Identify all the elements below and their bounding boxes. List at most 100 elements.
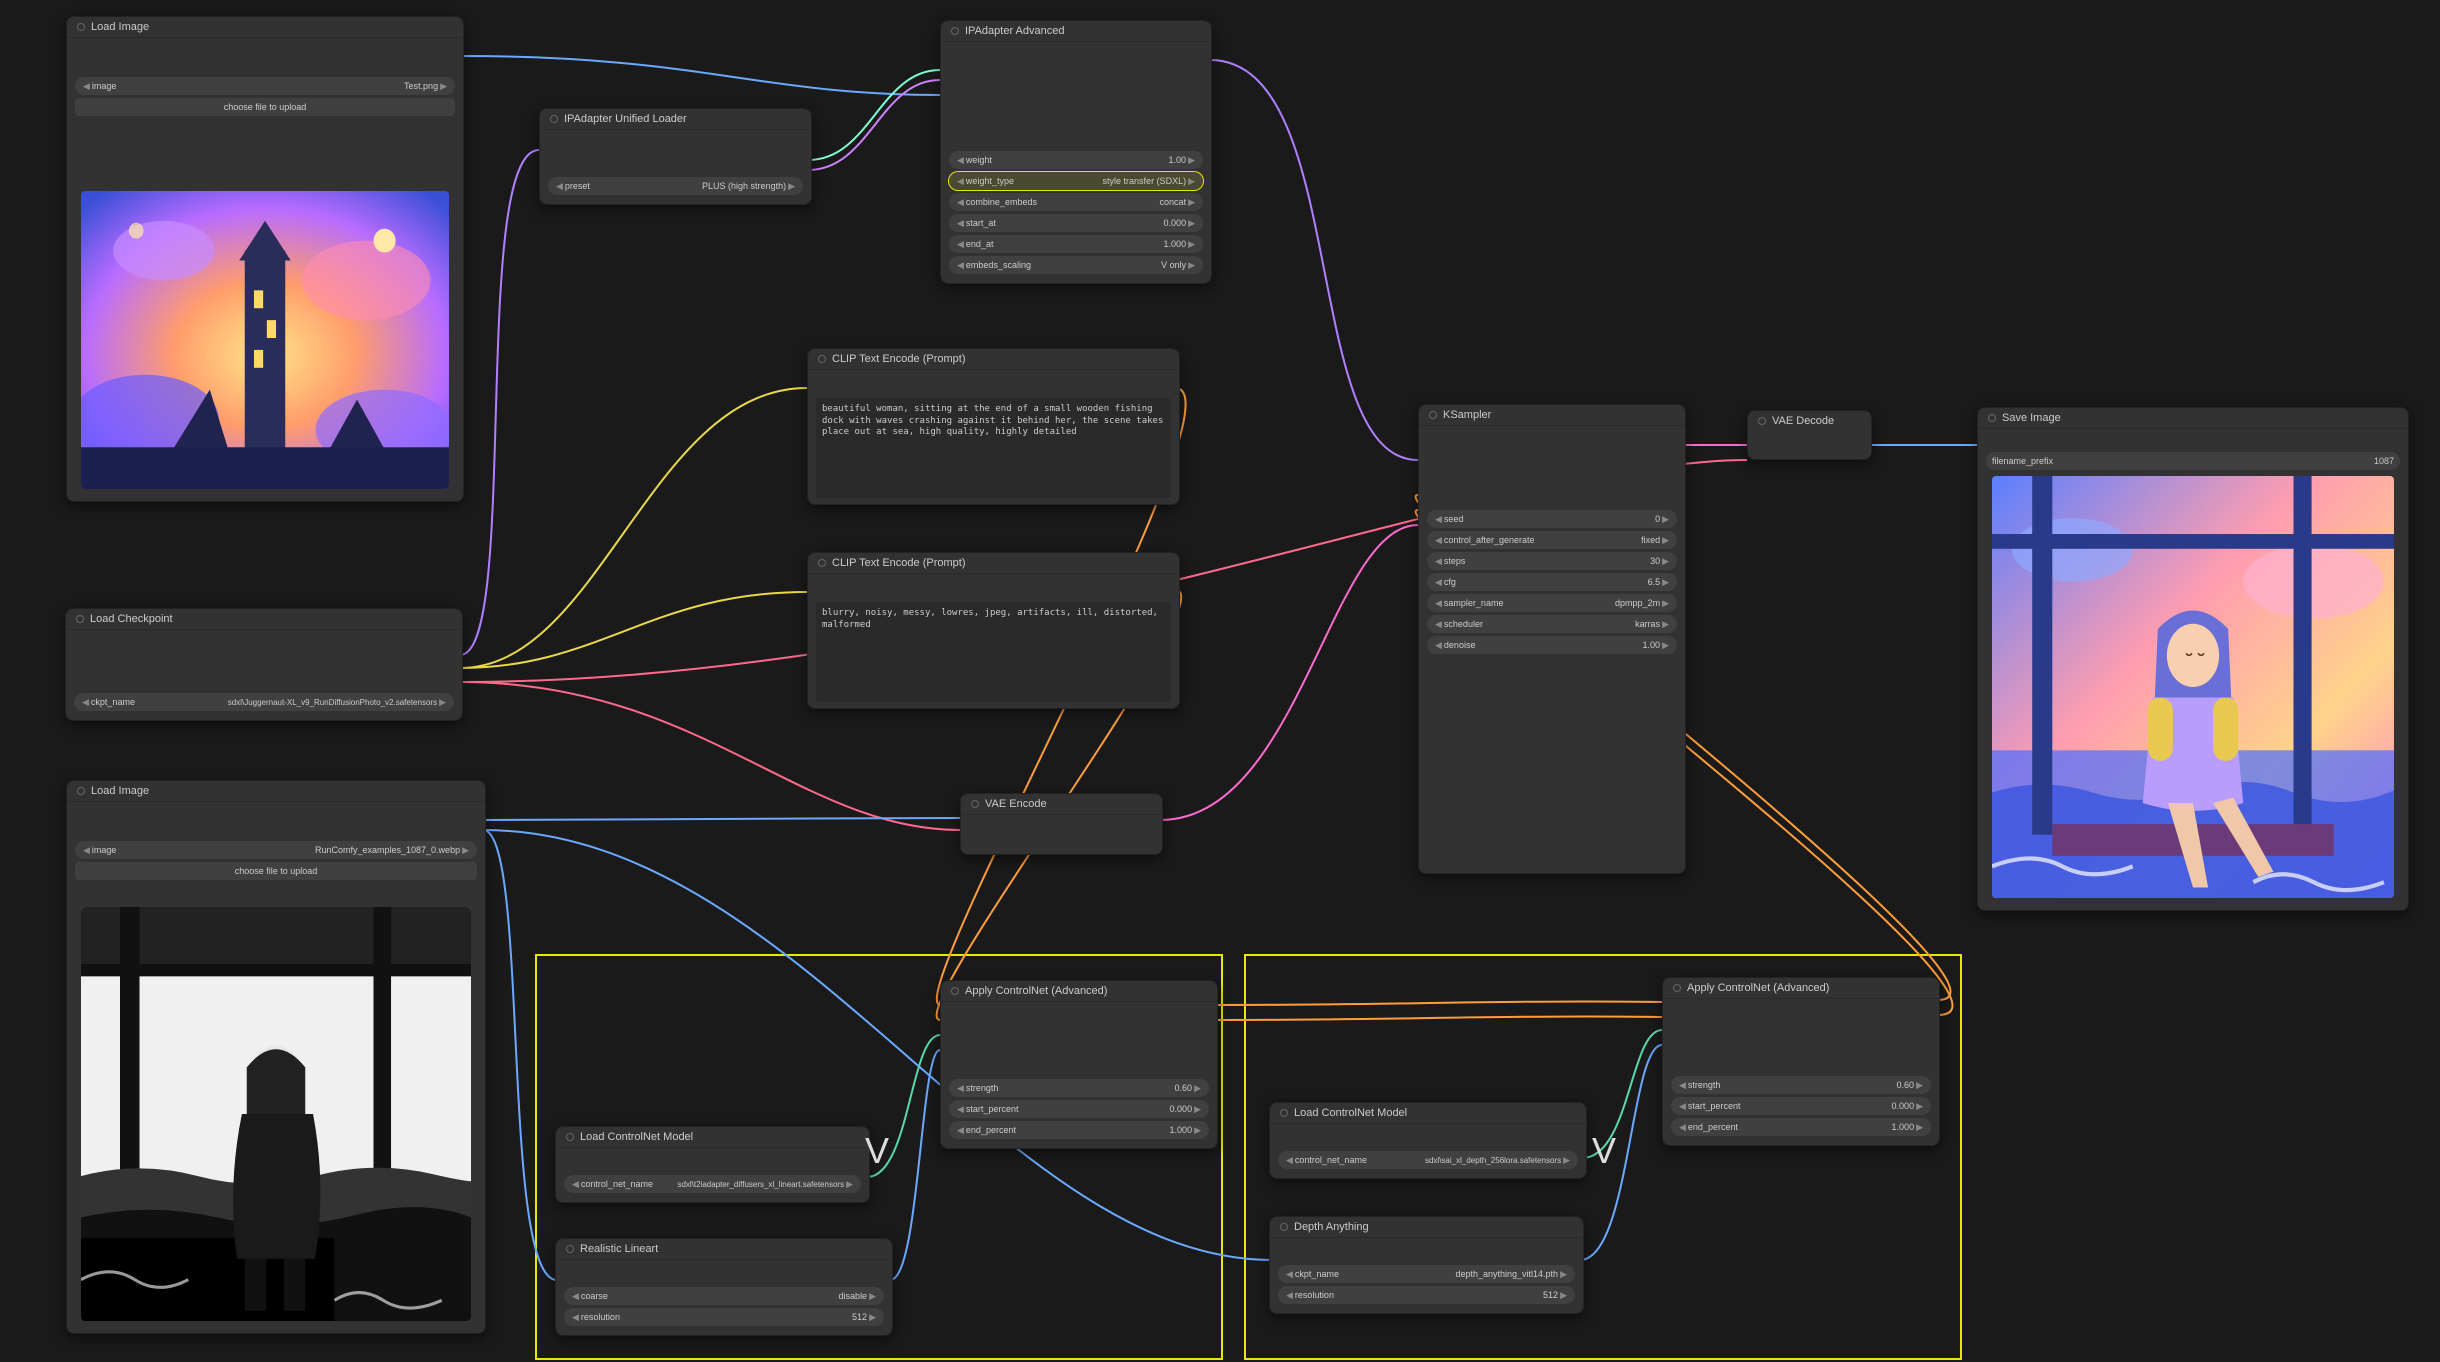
prompt-text[interactable]: blurry, noisy, messy, lowres, jpeg, arti… [816, 602, 1171, 702]
arrow-right-icon[interactable]: ▶ [786, 181, 797, 192]
widget-start-percent[interactable]: ◀start_percent0.000▶ [1671, 1097, 1931, 1115]
arrow-left-icon[interactable]: ◀ [955, 197, 966, 208]
node-header[interactable]: Load ControlNet Model [556, 1127, 869, 1148]
node-realistic-lineart[interactable]: Realistic Lineart ◀coarsedisable▶◀resolu… [555, 1238, 893, 1336]
node-load-controlnet-1[interactable]: Load ControlNet Model ◀ control_net_name… [555, 1126, 870, 1203]
upload-button[interactable]: choose file to upload [75, 862, 477, 880]
node-header[interactable]: Apply ControlNet (Advanced) [941, 981, 1217, 1002]
upload-button[interactable]: choose file to upload [75, 98, 455, 116]
arrow-right-icon[interactable]: ▶ [1660, 598, 1671, 609]
arrow-left-icon[interactable]: ◀ [1433, 514, 1444, 525]
arrow-right-icon[interactable]: ▶ [1660, 577, 1671, 588]
widget-preset[interactable]: ◀ preset PLUS (high strength) ▶ [548, 177, 803, 195]
arrow-right-icon[interactable]: ▶ [1660, 640, 1671, 651]
arrow-left-icon[interactable]: ◀ [1433, 598, 1444, 609]
arrow-right-icon[interactable]: ▶ [1192, 1104, 1203, 1115]
node-header[interactable]: CLIP Text Encode (Prompt) [808, 349, 1179, 370]
node-ipadapter-unified-loader[interactable]: IPAdapter Unified Loader ◀ preset PLUS (… [539, 108, 812, 205]
widget-controlnet-name[interactable]: ◀ control_net_name sdxl\sai_xl_depth_256… [1278, 1151, 1578, 1169]
widget-image[interactable]: ◀ image RunComfy_examples_1087_0.webp ▶ [75, 841, 477, 859]
arrow-left-icon[interactable]: ◀ [1284, 1290, 1295, 1301]
widget-coarse[interactable]: ◀coarsedisable▶ [564, 1287, 884, 1305]
arrow-left-icon[interactable]: ◀ [955, 1104, 966, 1115]
widget-strength[interactable]: ◀strength0.60▶ [1671, 1076, 1931, 1094]
arrow-right-icon[interactable]: ▶ [1186, 197, 1197, 208]
collapse-icon[interactable] [566, 1133, 574, 1141]
arrow-left-icon[interactable]: ◀ [1433, 577, 1444, 588]
arrow-right-icon[interactable]: ▶ [1561, 1155, 1572, 1166]
node-header[interactable]: Load ControlNet Model [1270, 1103, 1586, 1124]
widget-scheduler[interactable]: ◀schedulerkarras▶ [1427, 615, 1677, 633]
arrow-right-icon[interactable]: ▶ [1186, 239, 1197, 250]
node-load-controlnet-2[interactable]: Load ControlNet Model ◀ control_net_name… [1269, 1102, 1587, 1179]
widget-weight[interactable]: ◀weight1.00▶ [949, 151, 1203, 169]
node-load-image-2[interactable]: Load Image ◀ image RunComfy_examples_108… [66, 780, 486, 1334]
arrow-left-icon[interactable]: ◀ [81, 81, 92, 92]
arrow-left-icon[interactable]: ◀ [1433, 619, 1444, 630]
arrow-right-icon[interactable]: ▶ [1192, 1125, 1203, 1136]
node-clip-positive[interactable]: CLIP Text Encode (Prompt) beautiful woma… [807, 348, 1180, 505]
node-depth-anything[interactable]: Depth Anything ◀ckpt_namedepth_anything_… [1269, 1216, 1584, 1314]
collapse-icon[interactable] [566, 1245, 574, 1253]
widget-start-at[interactable]: ◀start_at0.000▶ [949, 214, 1203, 232]
node-header[interactable]: Save Image [1978, 408, 2408, 429]
arrow-left-icon[interactable]: ◀ [1433, 556, 1444, 567]
arrow-right-icon[interactable]: ▶ [1192, 1083, 1203, 1094]
node-header[interactable]: VAE Decode [1748, 411, 1871, 431]
node-header[interactable]: Load Image [67, 17, 463, 38]
arrow-right-icon[interactable]: ▶ [1660, 556, 1671, 567]
collapse-icon[interactable] [1280, 1223, 1288, 1231]
arrow-right-icon[interactable]: ▶ [844, 1179, 855, 1190]
arrow-left-icon[interactable]: ◀ [1677, 1080, 1688, 1091]
node-save-image[interactable]: Save Image filename_prefix 1087 [1977, 407, 2409, 911]
widget-sampler-name[interactable]: ◀sampler_namedpmpp_2m▶ [1427, 594, 1677, 612]
arrow-right-icon[interactable]: ▶ [460, 845, 471, 856]
widget-resolution[interactable]: ◀resolution512▶ [564, 1308, 884, 1326]
arrow-right-icon[interactable]: ▶ [437, 697, 448, 708]
collapse-icon[interactable] [77, 23, 85, 31]
collapse-icon[interactable] [818, 559, 826, 567]
arrow-left-icon[interactable]: ◀ [1433, 640, 1444, 651]
widget-resolution[interactable]: ◀resolution512▶ [1278, 1286, 1575, 1304]
arrow-left-icon[interactable]: ◀ [1677, 1101, 1688, 1112]
collapse-icon[interactable] [951, 987, 959, 995]
arrow-right-icon[interactable]: ▶ [1186, 176, 1197, 187]
node-ipadapter-advanced[interactable]: IPAdapter Advanced ◀weight1.00▶◀weight_t… [940, 20, 1212, 284]
arrow-left-icon[interactable]: ◀ [955, 218, 966, 229]
node-apply-controlnet-2[interactable]: Apply ControlNet (Advanced) ◀strength0.6… [1662, 977, 1940, 1146]
widget-end-percent[interactable]: ◀end_percent1.000▶ [949, 1121, 1209, 1139]
node-ksampler[interactable]: KSampler ◀seed0▶◀control_after_generatef… [1418, 404, 1686, 874]
widget-seed[interactable]: ◀seed0▶ [1427, 510, 1677, 528]
arrow-right-icon[interactable]: ▶ [1558, 1269, 1569, 1280]
node-header[interactable]: IPAdapter Advanced [941, 21, 1211, 42]
node-load-image-1[interactable]: Load Image ◀ image Test.png ▶ choose fil… [66, 16, 464, 502]
collapse-icon[interactable] [1280, 1109, 1288, 1117]
widget-strength[interactable]: ◀strength0.60▶ [949, 1079, 1209, 1097]
arrow-right-icon[interactable]: ▶ [1660, 619, 1671, 630]
collapse-icon[interactable] [1673, 984, 1681, 992]
widget-combine-embeds[interactable]: ◀combine_embedsconcat▶ [949, 193, 1203, 211]
arrow-left-icon[interactable]: ◀ [570, 1312, 581, 1323]
collapse-icon[interactable] [951, 27, 959, 35]
arrow-right-icon[interactable]: ▶ [1558, 1290, 1569, 1301]
widget-controlnet-name[interactable]: ◀ control_net_name sdxl\t2iadapter_diffu… [564, 1175, 861, 1193]
node-clip-negative[interactable]: CLIP Text Encode (Prompt) blurry, noisy,… [807, 552, 1180, 709]
widget-cfg[interactable]: ◀cfg6.5▶ [1427, 573, 1677, 591]
widget-end-percent[interactable]: ◀end_percent1.000▶ [1671, 1118, 1931, 1136]
arrow-left-icon[interactable]: ◀ [955, 176, 966, 187]
widget-end-at[interactable]: ◀end_at1.000▶ [949, 235, 1203, 253]
node-header[interactable]: Depth Anything [1270, 1217, 1583, 1238]
widget-ckpt-name[interactable]: ◀ckpt_namedepth_anything_vitl14.pth▶ [1278, 1265, 1575, 1283]
arrow-left-icon[interactable]: ◀ [554, 181, 565, 192]
widget-denoise[interactable]: ◀denoise1.00▶ [1427, 636, 1677, 654]
node-vae-encode[interactable]: VAE Encode [960, 793, 1163, 855]
node-header[interactable]: KSampler [1419, 405, 1685, 426]
collapse-icon[interactable] [818, 355, 826, 363]
arrow-right-icon[interactable]: ▶ [1914, 1122, 1925, 1133]
arrow-right-icon[interactable]: ▶ [1660, 514, 1671, 525]
arrow-left-icon[interactable]: ◀ [570, 1291, 581, 1302]
arrow-left-icon[interactable]: ◀ [955, 239, 966, 250]
arrow-right-icon[interactable]: ▶ [867, 1312, 878, 1323]
arrow-right-icon[interactable]: ▶ [1186, 218, 1197, 229]
collapse-icon[interactable] [77, 787, 85, 795]
